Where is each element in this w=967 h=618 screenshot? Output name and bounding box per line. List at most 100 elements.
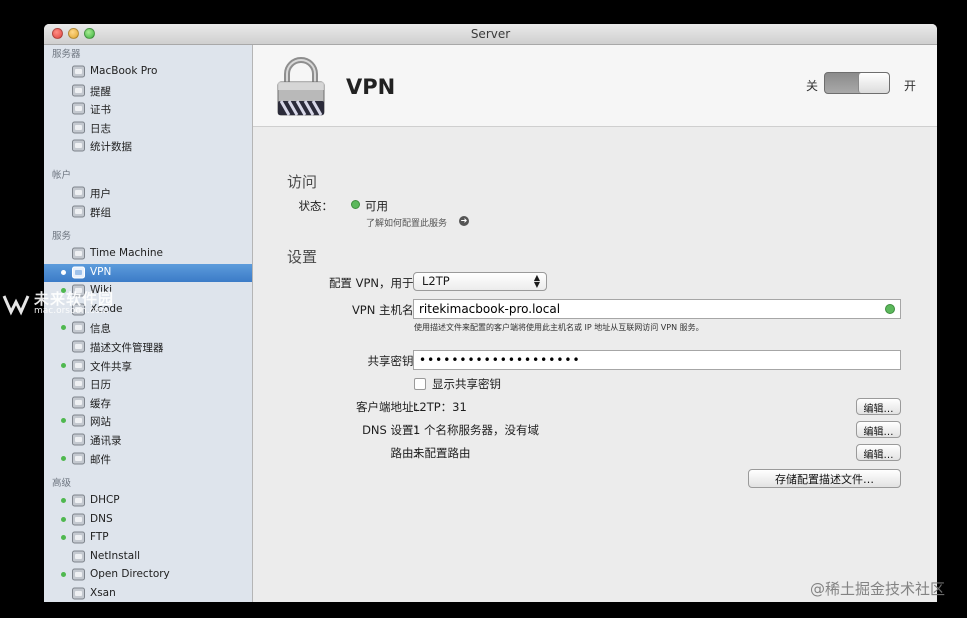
sidebar-item-item-0-1[interactable]: 提醒	[44, 82, 252, 100]
sidebar-item-label: Xsan	[90, 587, 116, 599]
edit-client-address-button[interactable]: 编辑…	[856, 398, 901, 415]
sidebar-item-label: 文件共享	[90, 360, 132, 373]
sidebar-item-label: NetInstall	[90, 549, 141, 562]
dns-icon	[71, 512, 86, 527]
edit-route-button[interactable]: 编辑…	[856, 444, 901, 461]
sidebar-item-label: Open Directory	[90, 568, 170, 581]
route-label: 路由：	[390, 446, 426, 460]
stats-icon	[71, 138, 86, 153]
caching-icon	[71, 395, 86, 410]
service-on-indicator-icon	[61, 498, 66, 503]
hostname-valid-icon	[885, 304, 895, 314]
vpn-hostname-label: VPN 主机名：	[351, 303, 425, 317]
arrow-right-circle-icon[interactable]: ➜	[459, 216, 469, 226]
certificate-icon	[71, 101, 86, 116]
sidebar-item-item-2-7[interactable]: 日历	[44, 375, 252, 393]
show-secret-checkbox[interactable]	[414, 378, 426, 390]
service-on-indicator-icon	[61, 362, 66, 368]
status-indicator-icon	[351, 200, 360, 209]
configure-vpn-label: 配置 VPN，用于：	[328, 276, 425, 290]
sidebar-item-dns[interactable]: DNS	[44, 511, 252, 529]
service-on-indicator-icon	[61, 325, 66, 331]
sidebar-item-label: MacBook Pro	[90, 65, 158, 77]
sidebar-item-item-2-5[interactable]: 描述文件管理器	[44, 338, 252, 356]
macbook-icon	[71, 64, 86, 79]
profile-manager-icon	[71, 339, 86, 354]
right-watermark: @稀土掘金技术社区	[809, 580, 945, 598]
vpn-type-popup[interactable]: L2TP ▲ ▼	[413, 272, 547, 291]
sidebar-item-item-2-8[interactable]: 缓存	[44, 394, 252, 412]
sidebar-item-ftp[interactable]: FTP	[44, 529, 252, 547]
sidebar-item-vpn[interactable]: VPN	[44, 263, 252, 282]
service-on-indicator-icon	[61, 418, 66, 424]
dns-settings-value: 1 个名称服务器，没有域	[413, 423, 539, 437]
sidebar-item-item-2-9[interactable]: 网站	[44, 412, 252, 430]
access-heading: 访问	[287, 173, 318, 191]
vpn-hostname-field[interactable]	[413, 299, 901, 319]
sidebar: 服务器 MacBook Pro 提醒 证书 日志 统计数据 帐户 用户 群组 服务 Time Mac…	[44, 45, 253, 602]
vpn-type-value: L2TP	[422, 274, 450, 288]
left-watermark: 未来软件园 mac.orsoon.com	[0, 288, 140, 322]
sidebar-item-item-2-6[interactable]: 文件共享	[44, 357, 252, 375]
sidebar-item-open-directory[interactable]: Open Directory	[44, 566, 252, 584]
client-address-value: L2TP：31	[413, 400, 467, 414]
service-title: VPN	[346, 75, 396, 99]
messages-icon	[71, 320, 86, 335]
vpn-settings-pane: 访问 状态： 可用 了解如何配置此服务 ➜ 设置 配置 VPN，用于： L2TP…	[253, 127, 937, 602]
sidebar-item-item-0-2[interactable]: 证书	[44, 100, 252, 118]
sidebar-item-label: 证书	[90, 104, 111, 117]
user-icon	[71, 185, 86, 200]
toggle-knob[interactable]	[858, 73, 889, 93]
sidebar-item-macbook-pro[interactable]: MacBook Pro	[44, 63, 252, 81]
sidebar-item-label: 描述文件管理器	[90, 342, 164, 354]
edit-dns-button[interactable]: 编辑…	[856, 421, 901, 438]
service-toggle[interactable]	[824, 72, 890, 94]
sidebar-item-xsan[interactable]: Xsan	[44, 585, 252, 602]
status-value: 可用	[365, 199, 388, 213]
file-sharing-icon	[71, 358, 86, 373]
service-on-indicator-icon	[61, 455, 66, 461]
sidebar-item-item-2-4[interactable]: 信息	[44, 319, 252, 337]
xsan-icon	[71, 586, 86, 601]
sidebar-item-item-0-3[interactable]: 日志	[44, 119, 252, 137]
save-configuration-profile-button[interactable]: 存储配置描述文件…	[748, 469, 901, 488]
title-bar[interactable]: Server	[44, 24, 937, 45]
sidebar-item-label: 网站	[90, 416, 111, 429]
switch-off-label: 关	[806, 79, 819, 93]
sidebar-item-label: 日历	[90, 379, 111, 392]
sidebar-item-item-1-0[interactable]: 用户	[44, 184, 252, 202]
service-on-indicator-icon	[61, 269, 66, 275]
sidebar-item-dhcp[interactable]: DHCP	[44, 492, 252, 510]
vpn-lock-icon	[71, 265, 86, 280]
padlock-icon	[277, 57, 325, 116]
sidebar-item-label: VPN	[90, 265, 112, 278]
netinstall-icon	[71, 549, 86, 564]
time-machine-icon	[71, 246, 86, 261]
dns-settings-label: DNS 设置：	[362, 423, 425, 437]
sidebar-item-label: 缓存	[90, 397, 111, 410]
sidebar-item-label: FTP	[90, 531, 109, 544]
sidebar-item-time-machine[interactable]: Time Machine	[44, 245, 252, 263]
server-window: Server 服务器 MacBook Pro 提醒 证书 日志 统计数据 帐户 用户 群组 服务 T…	[44, 24, 937, 602]
shared-secret-label: 共享密钥：	[367, 354, 426, 368]
route-value: 未配置路由	[413, 446, 471, 460]
sidebar-item-item-1-1[interactable]: 群组	[44, 203, 252, 221]
sidebar-item-item-2-10[interactable]: 通讯录	[44, 431, 252, 449]
sidebar-section-label: 服务器	[52, 49, 81, 60]
group-icon	[71, 204, 86, 219]
sidebar-item-label: 邮件	[90, 453, 111, 466]
sidebar-item-label: 群组	[90, 206, 111, 219]
ftp-icon	[71, 530, 86, 545]
popup-arrows-icon: ▲ ▼	[533, 273, 540, 289]
show-secret-label: 显示共享密钥	[432, 377, 501, 391]
sidebar-item-item-0-4[interactable]: 统计数据	[44, 137, 252, 155]
shared-secret-field[interactable]	[413, 350, 901, 370]
watermark-url: mac.orsoon.com	[34, 306, 109, 316]
calendar-icon	[71, 376, 86, 391]
service-on-indicator-icon	[61, 516, 66, 522]
sidebar-item-netinstall[interactable]: NetInstall	[44, 548, 252, 566]
sidebar-item-item-2-11[interactable]: 邮件	[44, 450, 252, 468]
log-icon	[71, 120, 86, 135]
sidebar-item-label: 通讯录	[90, 435, 122, 447]
learn-more-link[interactable]: 了解如何配置此服务	[366, 216, 447, 229]
